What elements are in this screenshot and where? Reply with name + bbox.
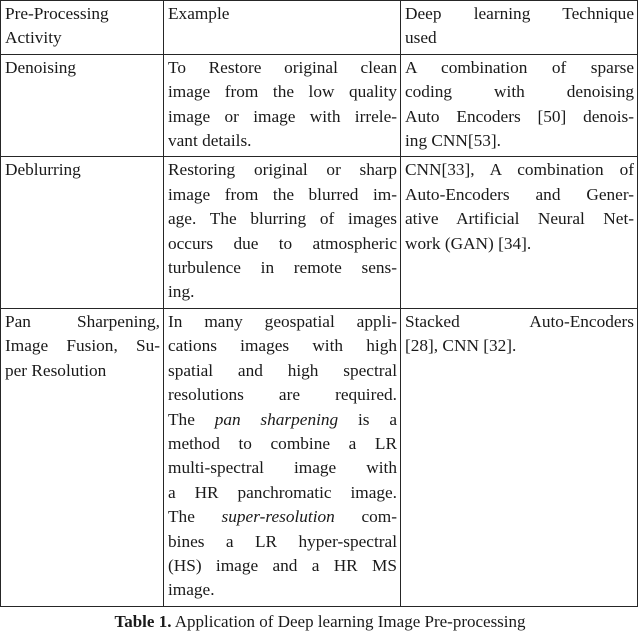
text-run: The <box>168 409 215 429</box>
text-line: used <box>405 28 437 48</box>
text-run: method to combine a LR <box>168 433 397 453</box>
table-row: Deblurring Restoring original or sharp im… <box>0 156 638 309</box>
caption-text: Application of Deep learning Image Pre-p… <box>171 611 526 631</box>
text-line: image from the blurred im- <box>168 184 397 204</box>
cell-technique-deblurring: CNN[33], A combination of Auto-Encoders a… <box>400 156 638 309</box>
text-line: Restoring original or sharp <box>168 160 397 180</box>
text-run: is a <box>338 409 398 429</box>
header-cell-activity: Pre-Processing Activity <box>0 0 164 55</box>
text-line: vant details. <box>168 131 252 151</box>
cell-activity-denoising: Denoising <box>0 53 164 158</box>
cell-example-denoising: To Restore original clean image from the … <box>163 53 401 158</box>
text-line: [28], CNN [32]. <box>405 336 517 356</box>
deep-learning-preprocessing-table: Pre-Processing Activity Example Deep lear… <box>0 0 638 607</box>
text-run: In many geospatial appli- <box>168 311 397 331</box>
text-line: per Resolution <box>5 360 107 380</box>
text-line: image or image with irrele- <box>168 106 397 126</box>
cell-technique-denoising: A combination of sparse coding with denoi… <box>400 53 638 158</box>
table-header-row: Pre-Processing Activity Example Deep lear… <box>0 0 638 55</box>
text-line: (HS) image and a HR MS <box>168 554 397 578</box>
text-line: Example <box>168 4 230 23</box>
text-line: cations images with high <box>168 334 397 358</box>
text-run: a HR panchromatic image. <box>168 482 397 502</box>
text-line: To Restore original clean <box>168 57 397 77</box>
text-line: a HR panchromatic image. <box>168 481 397 505</box>
text-line: coding with denoising <box>405 82 634 102</box>
text-line: resolutions are required. <box>168 383 397 407</box>
text-line: The pan sharpening is a <box>168 408 397 432</box>
header-cell-example: Example <box>163 0 401 55</box>
text-run: spatial and high spectral <box>168 360 397 380</box>
cell-example-deblurring: Restoring original or sharp image from th… <box>163 156 401 309</box>
text-run: bines a LR hyper-spectral <box>168 531 397 551</box>
text-run: multi-spectral image with <box>168 458 397 478</box>
text-line: ing CNN[53]. <box>405 131 502 151</box>
text-line: Deblurring <box>5 160 81 180</box>
text-line: Pan Sharpening, <box>5 311 160 331</box>
text-line: Pre-Processing <box>5 4 109 23</box>
text-run: image. <box>168 580 215 600</box>
text-line: The super-resolution com- <box>168 505 397 529</box>
emphasis-term: super-resolution <box>221 507 335 527</box>
text-line: occurs due to atmospheric <box>168 233 397 253</box>
text-line: Deep learning Technique <box>405 4 634 23</box>
cell-activity-deblurring: Deblurring <box>0 156 164 309</box>
table-row: Denoising To Restore original clean image… <box>0 53 638 158</box>
text-line: turbulence in remote sens- <box>168 258 397 278</box>
text-line: Stacked Auto-Encoders <box>405 311 634 331</box>
text-line: method to combine a LR <box>168 432 397 456</box>
emphasis-term: pan sharpening <box>214 409 339 429</box>
text-run: The <box>168 507 222 527</box>
text-run: (HS) image and a HR MS <box>168 555 397 575</box>
text-line: multi-spectral image with <box>168 456 397 480</box>
text-run: cations images with high <box>168 336 397 356</box>
text-line: ing. <box>168 282 195 302</box>
cell-activity-pan-sharpening: Pan Sharpening, Image Fusion, Su-per Reso… <box>0 307 164 607</box>
text-line: image from the low quality <box>168 82 397 102</box>
text-line: Activity <box>5 28 62 48</box>
header-cell-technique: Deep learning Technique used <box>400 0 638 55</box>
text-line: A combination of sparse <box>405 57 634 77</box>
caption-label: Table 1. <box>114 611 172 631</box>
text-line: work (GAN) [34]. <box>405 233 532 253</box>
cell-example-pan-sharpening: In many geospatial appli-cations images … <box>163 307 401 607</box>
table-caption: Table 1. Application of Deep learning Im… <box>0 607 640 634</box>
text-line: image. <box>168 578 397 602</box>
text-run: resolutions are required. <box>168 385 397 405</box>
text-line: In many geospatial appli- <box>168 310 397 334</box>
table-row: Pan Sharpening, Image Fusion, Su-per Reso… <box>0 307 638 607</box>
table-page: Pre-Processing Activity Example Deep lear… <box>0 0 640 631</box>
text-line: CNN[33], A combination of <box>405 160 634 180</box>
text-line: Denoising <box>5 57 77 77</box>
text-line: Auto-Encoders and Gener- <box>405 184 634 204</box>
cell-technique-pan-sharpening: Stacked Auto-Encoders [28], CNN [32]. <box>400 307 638 607</box>
text-line: Auto Encoders [50] denois- <box>405 106 634 126</box>
text-run: com- <box>334 507 397 527</box>
text-line: Image Fusion, Su- <box>5 336 160 356</box>
text-line: age. The blurring of images <box>168 209 397 229</box>
text-line: ative Artificial Neural Net- <box>405 209 634 229</box>
text-line: spatial and high spectral <box>168 359 397 383</box>
text-line: bines a LR hyper-spectral <box>168 530 397 554</box>
